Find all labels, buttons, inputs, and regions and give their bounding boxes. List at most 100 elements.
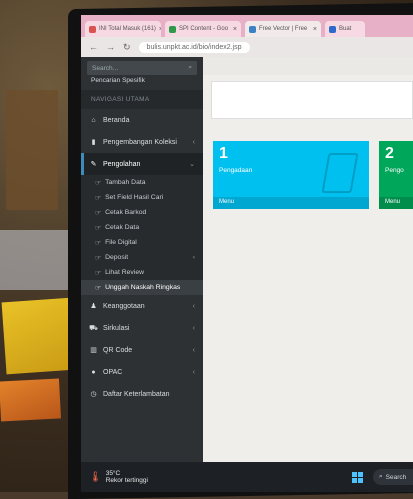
browser-tab[interactable]: Buat — [325, 21, 365, 37]
reload-icon[interactable]: ↻ — [123, 42, 131, 53]
sidebar-item-opac[interactable]: ● OPAC ‹ — [81, 361, 203, 383]
submenu-item[interactable]: ☞ Lihat Review — [81, 265, 203, 280]
sidebar-item-label: Sirkulasi — [103, 324, 130, 332]
close-icon[interactable]: × — [159, 26, 161, 33]
hand-point-icon: ☞ — [95, 224, 102, 232]
hand-point-icon: ☞ — [95, 179, 102, 187]
weather-text: Rekor tertinggi — [105, 477, 148, 484]
address-bar: ← → ↻ bulis.unpkt.ac.id/bio/index2.jsp — [81, 37, 413, 57]
yellow-books — [1, 297, 77, 375]
submenu-item-label: Set Field Hasil Cari — [105, 194, 164, 201]
main-content: 1 Pengadaan Menu 2 Pengo Menu — [203, 57, 413, 485]
search-icon[interactable]: ⌕ — [188, 64, 192, 72]
info-box-pengadaan[interactable]: 1 Pengadaan Menu — [213, 141, 369, 209]
submenu-item[interactable]: ☞ Tambah Data — [81, 175, 203, 190]
chevron-left-icon: ‹ — [192, 346, 195, 354]
close-icon[interactable]: × — [313, 26, 317, 33]
search-icon: ⌕ — [379, 473, 383, 480]
sidebar-item-pengembangan-koleksi[interactable]: ▮ Pengembangan Koleksi ‹ — [81, 131, 203, 153]
laptop-screen: INI Total Masuk (161) × SPI Content - Goo… — [81, 15, 413, 485]
tab-favicon-icon — [169, 25, 176, 33]
chevron-left-icon: ‹ — [192, 254, 195, 261]
thermometer-icon: 🌡 — [89, 471, 102, 483]
tab-label: Free Vector | Free — [259, 26, 308, 32]
chevron-down-icon: ⌄ — [189, 161, 195, 168]
content-panel — [211, 81, 413, 119]
url-field[interactable]: bulis.unpkt.ac.id/bio/index2.jsp — [138, 41, 250, 53]
submenu-item[interactable]: ☞ Cetak Barkod — [81, 205, 203, 220]
browser-tab-strip: INI Total Masuk (161) × SPI Content - Goo… — [81, 15, 413, 37]
submenu-item-label: File Digital — [105, 239, 137, 246]
browser-tab[interactable]: SPI Content - Goo × — [165, 21, 241, 37]
forward-icon[interactable]: → — [106, 42, 115, 52]
sidebar-item-label: Beranda — [103, 116, 130, 124]
browser-tab[interactable]: INI Total Masuk (161) × — [85, 21, 161, 37]
hand-point-icon: ☞ — [95, 254, 102, 262]
cart-icon: ⛟ — [89, 324, 98, 332]
book-icon — [321, 153, 359, 193]
sidebar-item-label: QR Code — [103, 346, 133, 354]
nav-header: NAVIGASI UTAMA — [81, 90, 203, 109]
sidebar: Search... ⌕ Pencarian Spesifik NAVIGASI … — [81, 57, 203, 485]
sidebar-item-beranda[interactable]: ⌂ Beranda — [81, 109, 203, 131]
advanced-search-link[interactable]: Pencarian Spesifik — [81, 75, 203, 90]
info-box-pengolahan[interactable]: 2 Pengo Menu — [379, 141, 413, 209]
sidebar-item-label: Daftar Keterlambatan — [103, 390, 170, 398]
hand-point-icon: ☞ — [95, 194, 102, 202]
chevron-left-icon: ‹ — [192, 138, 195, 146]
chevron-left-icon: ‹ — [192, 368, 195, 376]
home-icon: ⌂ — [91, 116, 96, 124]
windows-start-icon[interactable] — [352, 471, 363, 483]
hand-point-icon: ☞ — [95, 239, 102, 247]
back-icon[interactable]: ← — [89, 42, 98, 52]
taskbar-search-label: Search — [385, 473, 407, 481]
orange-books — [0, 378, 62, 422]
temperature: 35°C — [105, 470, 121, 477]
submenu-item[interactable]: ☞ Unggah Naskah Ringkas — [81, 280, 203, 295]
users-icon: ♟ — [90, 303, 97, 310]
hand-point-icon: ☞ — [95, 284, 102, 292]
close-icon[interactable]: × — [233, 26, 237, 33]
barcode-icon: ▥ — [90, 347, 97, 354]
submenu-item-label: Cetak Data — [105, 224, 140, 231]
submenu-item[interactable]: ☞ Set Field Hasil Cari — [81, 190, 203, 205]
edit-icon: ✎ — [90, 161, 97, 168]
sidebar-item-pengolahan[interactable]: ✎ Pengolahan ⌄ — [81, 153, 203, 175]
submenu-item[interactable]: ☞ File Digital — [81, 235, 203, 250]
info-box-number: 2 — [385, 145, 394, 162]
submenu-item-label: Tambah Data — [105, 179, 146, 186]
sidebar-item-label: OPAC — [103, 368, 123, 376]
info-box-menu-link[interactable]: Menu — [379, 197, 413, 209]
taskbar-search[interactable]: ⌕ Search — [373, 469, 413, 485]
windows-taskbar: 🌡 35°C Rekor tertinggi ⌕ Search — [81, 462, 413, 492]
browser-tab[interactable]: Free Vector | Free × — [245, 21, 321, 37]
tab-favicon-icon — [89, 25, 96, 33]
background-papers — [0, 230, 72, 290]
book-icon: ▮ — [91, 139, 96, 146]
sidebar-item-daftar-keterlambatan[interactable]: ◷ Daftar Keterlambatan — [81, 383, 203, 405]
background-shelf — [6, 90, 58, 210]
submenu-item[interactable]: ☞ Deposit ‹ — [81, 250, 203, 265]
tab-label: INI Total Masuk (161) — [99, 26, 156, 32]
hand-point-icon: ☞ — [95, 269, 102, 277]
hand-point-icon: ☞ — [95, 209, 102, 217]
sidebar-item-sirkulasi[interactable]: ⛟ Sirkulasi ‹ — [81, 317, 203, 339]
submenu-item-label: Lihat Review — [105, 269, 145, 276]
tab-label: Buat — [339, 26, 352, 32]
sidebar-item-label: Pengembangan Koleksi — [103, 138, 177, 146]
info-box-label: Pengo — [385, 167, 404, 174]
tab-favicon-icon — [329, 25, 336, 33]
info-box-menu-link[interactable]: Menu — [213, 197, 369, 209]
submenu-item[interactable]: ☞ Cetak Data — [81, 220, 203, 235]
search-input[interactable]: Search... ⌕ — [87, 61, 197, 75]
submenu-item-label: Deposit — [105, 254, 129, 261]
sidebar-item-keanggotaan[interactable]: ♟ Keanggotaan ‹ — [81, 295, 203, 317]
chevron-left-icon: ‹ — [192, 324, 195, 332]
sidebar-item-qr-code[interactable]: ▥ QR Code ‹ — [81, 339, 203, 361]
chevron-left-icon: ‹ — [192, 302, 195, 310]
globe-icon: ● — [91, 368, 96, 376]
weather-widget[interactable]: 35°C Rekor tertinggi — [106, 470, 148, 484]
search-placeholder: Search... — [92, 64, 119, 72]
submenu-item-label: Cetak Barkod — [105, 209, 147, 216]
sidebar-item-label: Keanggotaan — [103, 302, 145, 310]
